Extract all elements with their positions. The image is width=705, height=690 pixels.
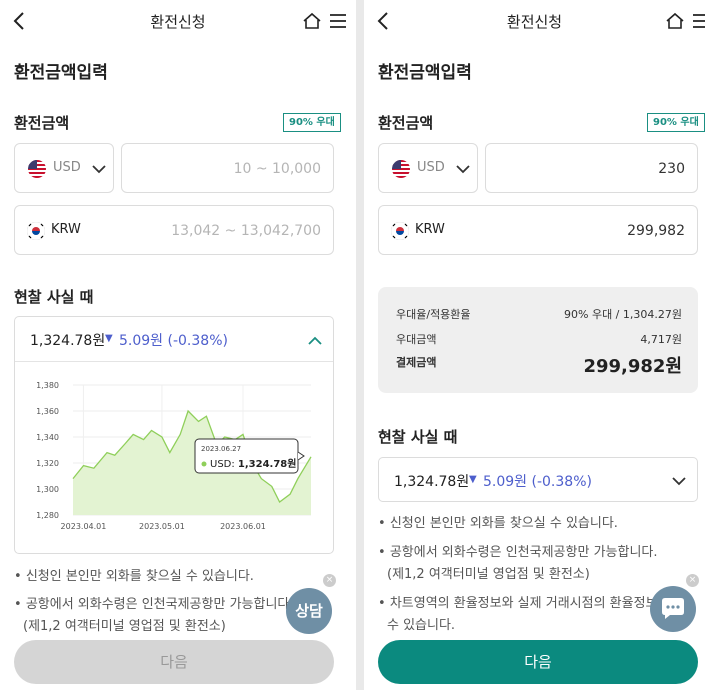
header: 환전신청 xyxy=(0,0,356,42)
exchange-form-empty: 환전신청 환전금액입력 환전금액 90% 우대 USD 10 ~ 10,000 xyxy=(0,0,356,690)
consult-button[interactable]: 상담 xyxy=(286,588,332,634)
krw-value: 299,982 xyxy=(627,223,685,239)
tooltip-value: USD: 1,324.78원 xyxy=(210,457,296,470)
next-button[interactable]: 다음 xyxy=(378,640,698,684)
y-tick-label: 1,320 xyxy=(36,459,59,468)
notice-item: • 공항에서 외화수령은 인천국제공항만 가능합니다. xyxy=(378,545,658,560)
home-icon[interactable] xyxy=(665,11,685,31)
krw-amount-input[interactable]: KRW 13,042 ~ 13,042,700 xyxy=(14,205,334,255)
exchange-form-filled: 환전신청 환전금액입력 환전금액 90% 우대 USD 230 KRW 299,… xyxy=(364,0,705,690)
foreign-amount-input[interactable]: 10 ~ 10,000 xyxy=(121,143,334,193)
y-tick-label: 1,340 xyxy=(36,433,59,442)
tooltip-date: 2023.06.27 xyxy=(201,445,241,453)
chevron-down-icon[interactable] xyxy=(672,476,686,486)
foreign-amount-input[interactable]: 230 xyxy=(485,143,698,193)
payment-summary: 우대율/적용환율 90% 우대 / 1,304.27원 우대금액 4,717원 … xyxy=(378,287,698,393)
rate-dropdown[interactable]: 1,324.78원 ▼ 5.09원 (-0.38%) xyxy=(378,457,698,502)
kr-flag-icon xyxy=(27,222,45,240)
amount-value: 230 xyxy=(658,161,685,177)
rate-chart[interactable]: 1,380 1,360 1,340 1,320 1,300 1,2802023.04.01… xyxy=(15,363,333,553)
next-button-disabled[interactable]: 다음 xyxy=(14,640,334,684)
notice-item: • 신청인 본인만 외화를 찾으실 수 있습니다. xyxy=(378,516,618,531)
amount-label: 환전금액 xyxy=(378,114,434,132)
amount-label: 환전금액 xyxy=(14,114,70,132)
currency-select[interactable]: USD xyxy=(14,143,114,193)
y-tick-label: 1,360 xyxy=(36,407,59,416)
krw-placeholder: 13,042 ~ 13,042,700 xyxy=(171,223,321,239)
chat-bubble-icon xyxy=(662,598,684,619)
summary-label: 우대금액 xyxy=(396,333,437,346)
x-tick-label: 2023.06.01 xyxy=(220,522,266,531)
notice-item: • 신청인 본인만 외화를 찾으실 수 있습니다. xyxy=(14,569,254,584)
summary-rate-row: 우대율/적용환율 90% 우대 / 1,304.27원 xyxy=(396,306,682,322)
amount-placeholder: 10 ~ 10,000 xyxy=(233,161,321,177)
summary-label: 우대율/적용환율 xyxy=(396,308,471,321)
fab-close-button[interactable]: × xyxy=(323,574,336,587)
divider xyxy=(15,361,333,362)
down-arrow-icon: ▼ xyxy=(469,474,477,485)
cash-buy-label: 현찰 사실 때 xyxy=(14,288,94,306)
summary-value: 4,717원 xyxy=(640,333,682,346)
section-title: 환전금액입력 xyxy=(378,63,472,83)
cash-buy-label: 현찰 사실 때 xyxy=(378,428,458,446)
currency-code: KRW xyxy=(415,222,445,237)
notice-item: (제1,2 여객터미널 영업점 및 환전소) xyxy=(387,567,590,582)
us-flag-icon xyxy=(28,160,46,178)
summary-label: 결제금액 xyxy=(396,356,437,369)
down-arrow-icon: ▼ xyxy=(105,333,113,344)
total-amount: 299,982원 xyxy=(583,356,682,377)
krw-amount-input[interactable]: KRW 299,982 xyxy=(378,205,698,255)
currency-code: KRW xyxy=(51,222,81,237)
y-tick-label: 1,280 xyxy=(36,511,59,520)
chevron-down-icon xyxy=(456,165,470,174)
rate-change: 5.09원 (-0.38%) xyxy=(119,333,228,349)
currency-code: USD xyxy=(417,160,445,175)
chevron-down-icon xyxy=(92,165,106,174)
kr-flag-icon xyxy=(391,222,409,240)
discount-badge: 90% 우대 xyxy=(283,113,341,132)
current-rate: 1,324.78원 xyxy=(30,333,106,349)
tooltip-pointer xyxy=(297,451,305,461)
x-tick-label: 2023.04.01 xyxy=(61,522,107,531)
y-tick-label: 1,300 xyxy=(36,485,59,494)
summary-discount-row: 우대금액 4,717원 xyxy=(396,331,682,347)
rate-change: 5.09원 (-0.38%) xyxy=(483,474,592,490)
chat-button[interactable] xyxy=(650,586,696,632)
summary-total-row: 결제금액 299,982원 xyxy=(396,354,682,377)
current-rate: 1,324.78원 xyxy=(394,474,470,490)
tooltip-dot xyxy=(201,461,207,467)
currency-code: USD xyxy=(53,160,81,175)
home-icon[interactable] xyxy=(302,11,322,31)
page-title: 환전신청 xyxy=(506,13,563,31)
hamburger-menu-icon[interactable] xyxy=(328,12,348,30)
hamburger-menu-icon[interactable] xyxy=(691,12,705,30)
discount-badge: 90% 우대 xyxy=(647,113,705,132)
chevron-up-icon[interactable] xyxy=(308,336,322,346)
rate-chart-panel: 1,324.78원 ▼ 5.09원 (-0.38%) 1,380 1,360 1,3… xyxy=(14,316,334,554)
currency-select[interactable]: USD xyxy=(378,143,478,193)
summary-value: 90% 우대 / 1,304.27원 xyxy=(564,308,682,321)
section-title: 환전금액입력 xyxy=(14,63,108,83)
header: 환전신청 xyxy=(364,0,705,42)
x-tick-label: 2023.05.01 xyxy=(139,522,185,531)
y-tick-label: 1,380 xyxy=(36,381,59,390)
us-flag-icon xyxy=(392,160,410,178)
